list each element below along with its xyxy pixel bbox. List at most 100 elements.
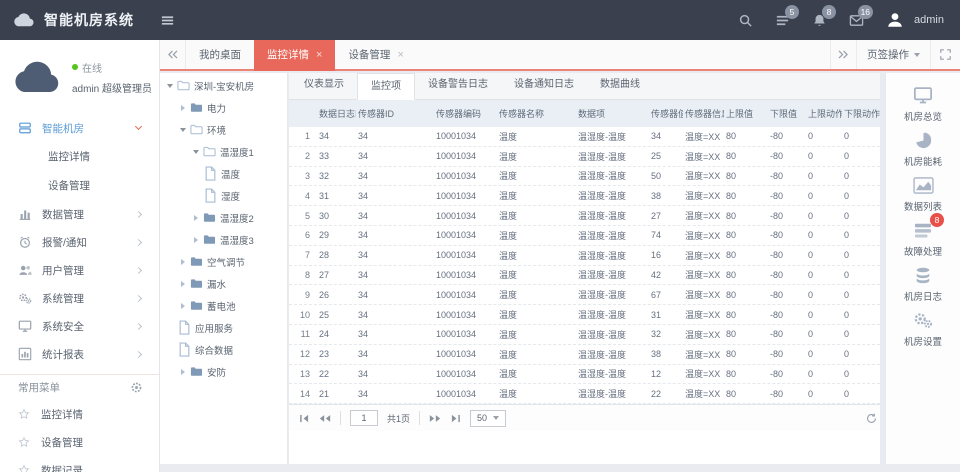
tree-collapsed-icon[interactable] bbox=[177, 369, 189, 375]
tree-node[interactable]: 空气调节 bbox=[160, 251, 287, 273]
column-header[interactable]: 传感器信息 bbox=[683, 107, 724, 120]
tree-node[interactable]: 温湿度2 bbox=[160, 207, 287, 229]
tree-node[interactable]: 温湿度1 bbox=[160, 141, 287, 163]
sidebar-item-user-manage[interactable]: 用户管理 bbox=[0, 256, 159, 284]
column-header[interactable]: 下限动作 bbox=[842, 107, 880, 120]
fullscreen-icon[interactable] bbox=[930, 40, 960, 69]
table-row[interactable]: 5303410001034温度温湿度-温度27温度=XX80-8000 bbox=[289, 206, 880, 226]
tabs-scroll-right-icon[interactable] bbox=[830, 40, 856, 69]
favorite-item[interactable]: 数据记录 bbox=[0, 456, 159, 472]
sidebar-item-alarm-notify[interactable]: 报警/通知 bbox=[0, 228, 159, 256]
tree-node[interactable]: 温湿度3 bbox=[160, 229, 287, 251]
column-header[interactable]: 传感器ID bbox=[356, 107, 434, 120]
search-icon[interactable] bbox=[738, 13, 753, 28]
tasks-icon[interactable]: 5 bbox=[775, 13, 790, 28]
rail-item-monitor[interactable]: 机房总览 bbox=[886, 83, 960, 128]
prev-page-icon[interactable] bbox=[319, 414, 331, 423]
column-header[interactable]: 传感器编码 bbox=[434, 107, 497, 120]
mail-icon[interactable]: 16 bbox=[849, 13, 864, 28]
table-row[interactable]: 12233410001034温度温湿度-温度38温度=XX80-8000 bbox=[289, 345, 880, 365]
tree-node[interactable]: 温度 bbox=[160, 163, 287, 185]
tree-collapsed-icon[interactable] bbox=[190, 237, 202, 243]
rail-item-pie[interactable]: 机房能耗 bbox=[886, 128, 960, 173]
grid-refresh-icon[interactable] bbox=[866, 413, 877, 424]
tree-expanded-icon[interactable] bbox=[177, 128, 189, 132]
rail-item-database[interactable]: 机房日志 bbox=[886, 263, 960, 308]
tree-node[interactable]: 蓄电池 bbox=[160, 295, 287, 317]
page-number-input[interactable] bbox=[350, 410, 378, 426]
bell-icon[interactable]: 8 bbox=[812, 13, 827, 28]
tree-expanded-icon[interactable] bbox=[190, 150, 202, 154]
table-row[interactable]: 4313410001034温度温湿度-温度38温度=XX80-8000 bbox=[289, 186, 880, 206]
tree-node[interactable]: 电力 bbox=[160, 97, 287, 119]
tree-node[interactable]: 安防 bbox=[160, 361, 287, 383]
tree-collapsed-icon[interactable] bbox=[177, 105, 189, 111]
tree-node[interactable]: 漏水 bbox=[160, 273, 287, 295]
content-tab[interactable]: 仪表显示 bbox=[291, 73, 357, 99]
close-tab-icon[interactable]: × bbox=[316, 50, 322, 61]
table-row[interactable]: 14213410001034温度温湿度-温度22温度=XX80-8000 bbox=[289, 384, 880, 404]
sidebar-subitem[interactable]: 监控详情 bbox=[0, 142, 159, 171]
sidebar-toggle-icon[interactable] bbox=[160, 13, 175, 28]
page-tab[interactable]: 我的桌面 bbox=[186, 40, 254, 71]
page-size-select[interactable]: 50 bbox=[470, 410, 506, 427]
favorite-item[interactable]: 设备管理 bbox=[0, 428, 159, 456]
tree-collapsed-icon[interactable] bbox=[177, 281, 189, 287]
avatar[interactable] bbox=[886, 11, 904, 29]
content-tab[interactable]: 监控项 bbox=[357, 73, 415, 100]
column-header[interactable]: 传感器名称 bbox=[497, 107, 576, 120]
column-header[interactable]: 上限动作 bbox=[806, 107, 842, 120]
last-page-icon[interactable] bbox=[450, 414, 461, 423]
tree-collapsed-icon[interactable] bbox=[177, 259, 189, 265]
content-tab[interactable]: 设备通知日志 bbox=[501, 73, 587, 99]
table-row[interactable]: 8273410001034温度温湿度-温度42温度=XX80-8000 bbox=[289, 266, 880, 286]
table-row[interactable]: 2333410001034温度温湿度-温度25温度=XX80-8000 bbox=[289, 147, 880, 167]
column-header[interactable]: 数据项 bbox=[576, 107, 649, 120]
tree-node[interactable]: 综合数据 bbox=[160, 339, 287, 361]
tree-node[interactable]: 深圳-宝安机房 bbox=[160, 75, 287, 97]
sidebar-subitem[interactable]: 设备管理 bbox=[0, 171, 159, 200]
tree-node[interactable]: 环境 bbox=[160, 119, 287, 141]
page-tab[interactable]: 设备管理× bbox=[335, 40, 416, 71]
tree-node[interactable]: 湿度 bbox=[160, 185, 287, 207]
table-row[interactable]: 11243410001034温度温湿度-温度32温度=XX80-8000 bbox=[289, 325, 880, 345]
table-cell: 0 bbox=[806, 389, 842, 399]
sidebar-item-data-manage[interactable]: 数据管理 bbox=[0, 200, 159, 228]
tree-collapsed-icon[interactable] bbox=[177, 303, 189, 309]
tree-node[interactable]: 应用服务 bbox=[160, 317, 287, 339]
content-tab[interactable]: 数据曲线 bbox=[587, 73, 653, 99]
table-row[interactable]: 7283410001034温度温湿度-温度16温度=XX80-8000 bbox=[289, 246, 880, 266]
rail-item-tasklist[interactable]: 8故障处理 bbox=[886, 218, 960, 263]
column-header[interactable]: 下限值 bbox=[768, 107, 806, 120]
sidebar-item-system-manage[interactable]: 系统管理 bbox=[0, 284, 159, 312]
column-header[interactable]: 传感器值 bbox=[649, 107, 683, 120]
table-row[interactable]: 13223410001034温度温湿度-温度12温度=XX80-8000 bbox=[289, 365, 880, 385]
table-cell: 温度=XX bbox=[683, 328, 724, 341]
table-row[interactable]: 1343410001034温度温湿度-温度34温度=XX80-8000 bbox=[289, 127, 880, 147]
favorite-item[interactable]: 监控详情 bbox=[0, 400, 159, 428]
favorites-settings-icon[interactable] bbox=[130, 381, 143, 394]
table-row[interactable]: 3323410001034温度温湿度-温度50温度=XX80-8000 bbox=[289, 167, 880, 187]
column-header[interactable]: 数据日志ID bbox=[317, 107, 356, 120]
tree-collapsed-icon[interactable] bbox=[190, 215, 202, 221]
sidebar-item-stat-report[interactable]: 统计报表 bbox=[0, 340, 159, 368]
close-tab-icon[interactable]: × bbox=[397, 50, 403, 61]
content-tab[interactable]: 设备警告日志 bbox=[415, 73, 501, 99]
column-header[interactable]: 上限值 bbox=[724, 107, 768, 120]
tree-expanded-icon[interactable] bbox=[164, 84, 176, 88]
sidebar-item-system-security[interactable]: 系统安全 bbox=[0, 312, 159, 340]
sidebar-menu: 智能机房监控详情设备管理数据管理报警/通知用户管理系统管理系统安全统计报表 bbox=[0, 114, 159, 368]
rail-item-gears[interactable]: 机房设置 bbox=[886, 308, 960, 353]
rail-item-area[interactable]: 数据列表 bbox=[886, 173, 960, 218]
username[interactable]: admin bbox=[914, 14, 944, 26]
first-page-icon[interactable] bbox=[299, 414, 310, 423]
table-row[interactable]: 6293410001034温度温湿度-温度74温度=XX80-8000 bbox=[289, 226, 880, 246]
favorites-header: 常用菜单 bbox=[0, 374, 159, 400]
sidebar-item-smart-room[interactable]: 智能机房 bbox=[0, 114, 159, 142]
tab-actions-dropdown[interactable]: 页签操作 bbox=[856, 40, 930, 69]
tabs-scroll-left-icon[interactable] bbox=[160, 40, 186, 69]
table-row[interactable]: 9263410001034温度温湿度-温度67温度=XX80-8000 bbox=[289, 285, 880, 305]
page-tab[interactable]: 监控详情× bbox=[254, 40, 335, 71]
table-row[interactable]: 10253410001034温度温湿度-温度31温度=XX80-8000 bbox=[289, 305, 880, 325]
next-page-icon[interactable] bbox=[429, 414, 441, 423]
